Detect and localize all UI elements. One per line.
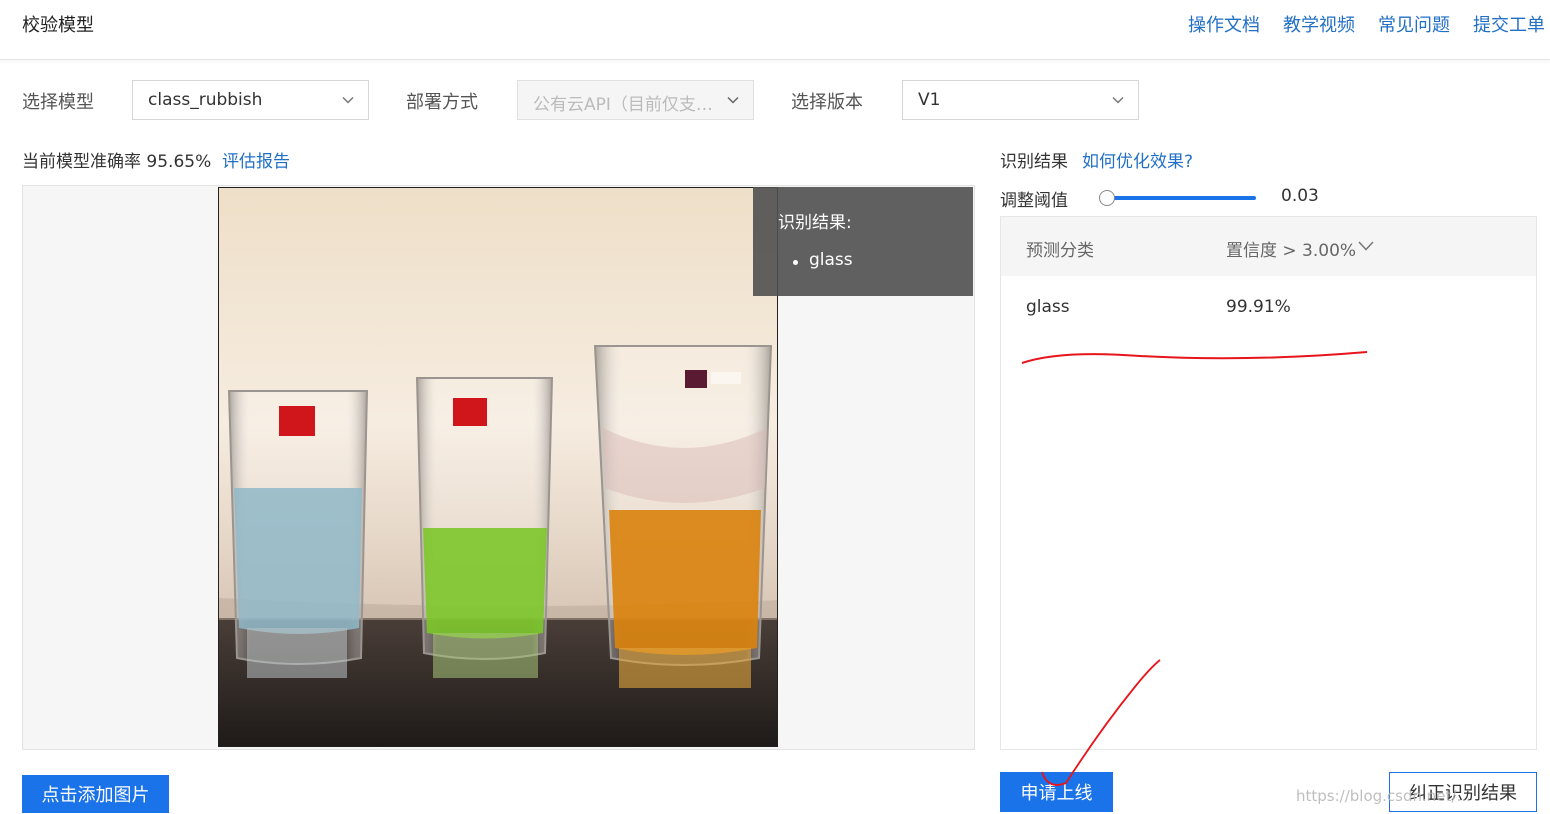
deploy-select-value: 公有云API（目前仅支…	[533, 95, 713, 115]
add-image-button[interactable]: 点击添加图片	[22, 775, 169, 813]
threshold-slider-thumb[interactable]	[1098, 190, 1115, 206]
recognition-overlay: 识别结果: glass	[753, 187, 973, 296]
page-title: 校验模型	[22, 15, 94, 36]
model-select-value: class_rubbish	[148, 90, 263, 110]
threshold-label: 调整阈值	[1000, 191, 1068, 211]
accuracy-label: 当前模型准确率 95.65%	[22, 152, 212, 172]
table-cell-confidence: 99.91%	[1226, 297, 1291, 317]
model-select-label: 选择模型	[22, 92, 94, 113]
overlay-title: 识别结果:	[778, 213, 852, 233]
watermark: https://blog.csdn.net/...	[1296, 787, 1471, 805]
evaluation-report-link[interactable]: 评估报告	[222, 147, 290, 172]
chevron-down-icon[interactable]	[1358, 240, 1374, 252]
threshold-value: 0.03	[1281, 186, 1319, 206]
column-header-class: 预测分类	[1026, 241, 1094, 261]
chevron-down-icon	[727, 96, 739, 104]
version-select-label: 选择版本	[791, 92, 863, 113]
deploy-select-label: 部署方式	[406, 92, 478, 113]
version-select-value: V1	[918, 90, 941, 110]
deploy-select: 公有云API（目前仅支…	[517, 80, 754, 120]
nav-link-faq[interactable]: 常见问题	[1378, 11, 1450, 37]
chevron-down-icon	[1112, 96, 1124, 104]
bullet-icon	[793, 260, 798, 265]
optimize-link[interactable]: 如何优化效果?	[1082, 147, 1193, 172]
overlay-result-item: glass	[809, 250, 853, 270]
column-header-confidence[interactable]: 置信度 > 3.00%	[1226, 236, 1356, 261]
version-select[interactable]: V1	[902, 80, 1139, 120]
nav-link-docs[interactable]: 操作文档	[1188, 11, 1260, 37]
preview-photo	[218, 187, 778, 747]
glasses-photo-image	[219, 188, 777, 746]
nav-link-ticket[interactable]: 提交工单	[1473, 11, 1545, 37]
table-cell-class: glass	[1026, 297, 1070, 317]
model-select[interactable]: class_rubbish	[132, 80, 369, 120]
apply-online-button[interactable]: 申请上线	[1000, 772, 1113, 812]
threshold-slider-track[interactable]	[1100, 196, 1256, 200]
chevron-down-icon	[342, 96, 354, 104]
nav-link-videos[interactable]: 教学视频	[1283, 11, 1355, 37]
results-label: 识别结果	[1000, 152, 1068, 172]
